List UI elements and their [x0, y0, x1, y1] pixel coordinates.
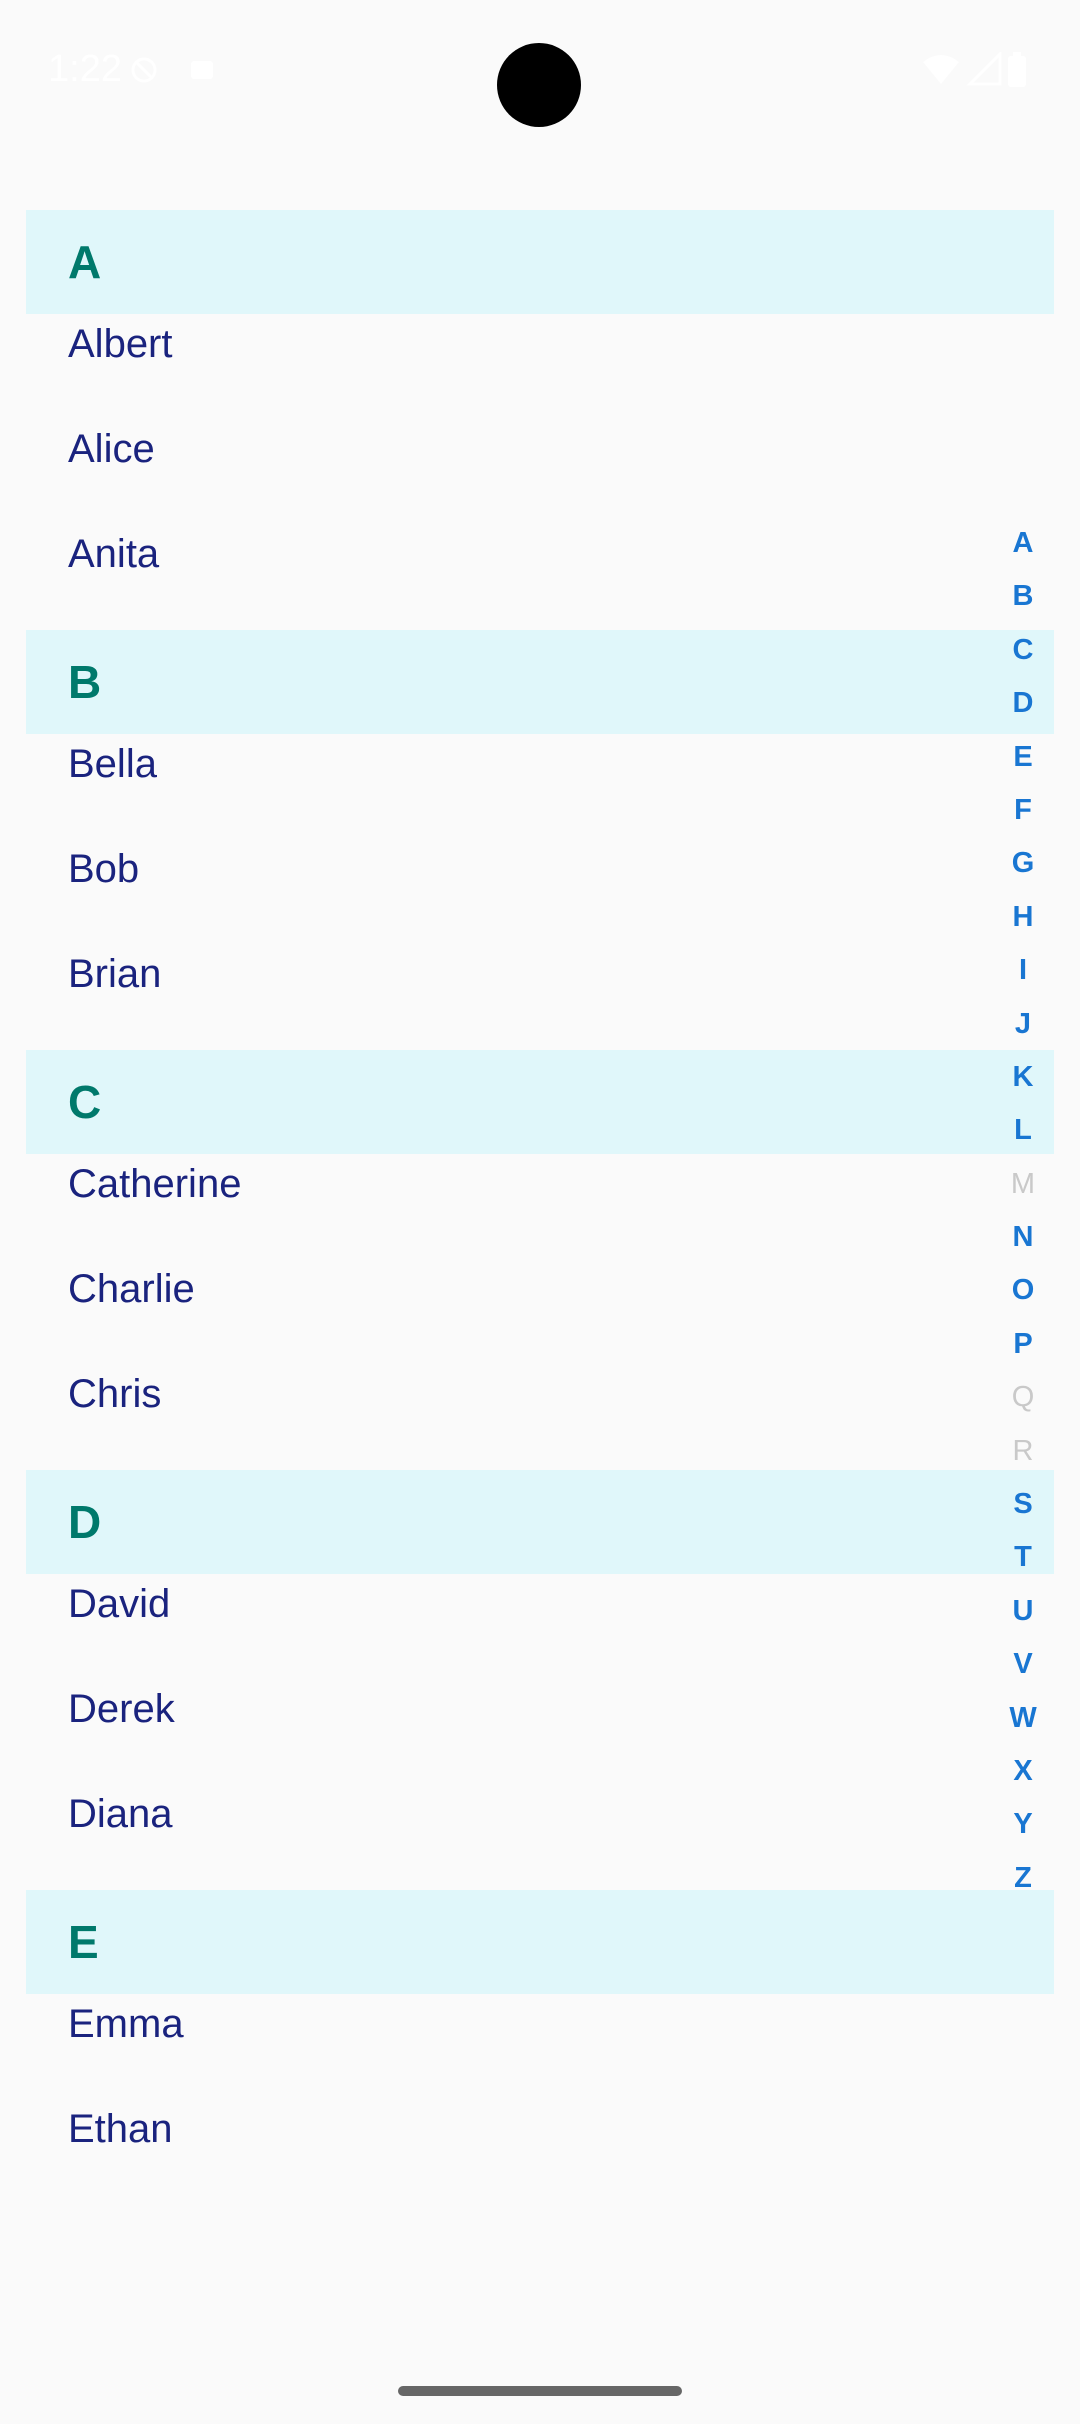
index-letter-j[interactable]: J	[990, 998, 1056, 1051]
section-header-b: B	[26, 630, 1054, 734]
index-letter-d[interactable]: D	[990, 677, 1056, 730]
section-header-a: A	[26, 210, 1054, 314]
section-header-c: C	[26, 1050, 1054, 1154]
contact-item[interactable]: Charlie	[26, 1259, 1054, 1364]
index-letter-y[interactable]: Y	[990, 1798, 1056, 1851]
index-letter-p[interactable]: P	[990, 1318, 1056, 1371]
contact-item[interactable]: Chris	[26, 1364, 1054, 1470]
contact-item[interactable]: Alice	[26, 419, 1054, 524]
contact-item[interactable]: Catherine	[26, 1154, 1054, 1259]
contact-item[interactable]: Ethan	[26, 2099, 1054, 2205]
status-bar: 1:22	[0, 0, 1080, 140]
index-letter-w[interactable]: W	[990, 1692, 1056, 1745]
index-letter-v[interactable]: V	[990, 1638, 1056, 1691]
contact-item[interactable]: Diana	[26, 1784, 1054, 1890]
section-header-d: D	[26, 1470, 1054, 1574]
contact-item[interactable]: Bella	[26, 734, 1054, 839]
index-letter-f[interactable]: F	[990, 784, 1056, 837]
index-letter-m: M	[1010, 1167, 1036, 1200]
section-header-e: E	[26, 1890, 1054, 1994]
status-icons	[921, 52, 1028, 92]
index-letter-o[interactable]: O	[990, 1264, 1056, 1317]
index-letter-c[interactable]: C	[990, 624, 1056, 677]
contact-item[interactable]: Brian	[26, 944, 1054, 1050]
index-letter-q: Q	[1011, 1381, 1035, 1414]
vpn-key-icon	[128, 54, 160, 86]
index-letter-z[interactable]: Z	[990, 1852, 1056, 1905]
index-letter-l[interactable]: L	[990, 1104, 1056, 1157]
contact-item[interactable]: Bob	[26, 839, 1054, 944]
battery-icon	[1006, 52, 1028, 87]
contact-item[interactable]: David	[26, 1574, 1054, 1679]
home-indicator[interactable]	[398, 2386, 682, 2396]
index-letter-n[interactable]: N	[990, 1211, 1056, 1264]
index-letter-g[interactable]: G	[990, 837, 1056, 890]
index-letter-t[interactable]: T	[990, 1531, 1056, 1584]
index-letter-u[interactable]: U	[990, 1585, 1056, 1638]
index-letter-b[interactable]: B	[990, 570, 1056, 623]
index-letter-i[interactable]: I	[990, 944, 1056, 997]
contact-list[interactable]: A Albert Alice Anita B Bella Bob Brian C Catherin…	[26, 210, 1054, 2205]
index-letter-e[interactable]: E	[990, 731, 1056, 784]
alphabet-index[interactable]: ABCDEFGHIJKLMNOPQRSTUVWXYZ	[990, 517, 1056, 1905]
index-letter-x[interactable]: X	[990, 1745, 1056, 1798]
index-letter-s[interactable]: S	[990, 1478, 1056, 1531]
contact-item[interactable]: Emma	[26, 1994, 1054, 2099]
signal-icon	[965, 52, 1006, 86]
index-letter-h[interactable]: H	[990, 891, 1056, 944]
index-letter-r: R	[1012, 1434, 1034, 1467]
notification-icon	[186, 54, 218, 86]
contact-item[interactable]: Derek	[26, 1679, 1054, 1784]
contacts-screen: 1:22 A Albert Alice Anita B Bella Bob Brian C Cat…	[0, 0, 1080, 2424]
contact-item[interactable]: Albert	[26, 314, 1054, 419]
camera-cutout	[497, 43, 581, 127]
index-letter-k[interactable]: K	[990, 1051, 1056, 1104]
status-time: 1:22	[48, 48, 122, 90]
contact-item[interactable]: Anita	[26, 524, 1054, 630]
wifi-icon	[921, 52, 965, 84]
index-letter-a[interactable]: A	[990, 517, 1056, 570]
